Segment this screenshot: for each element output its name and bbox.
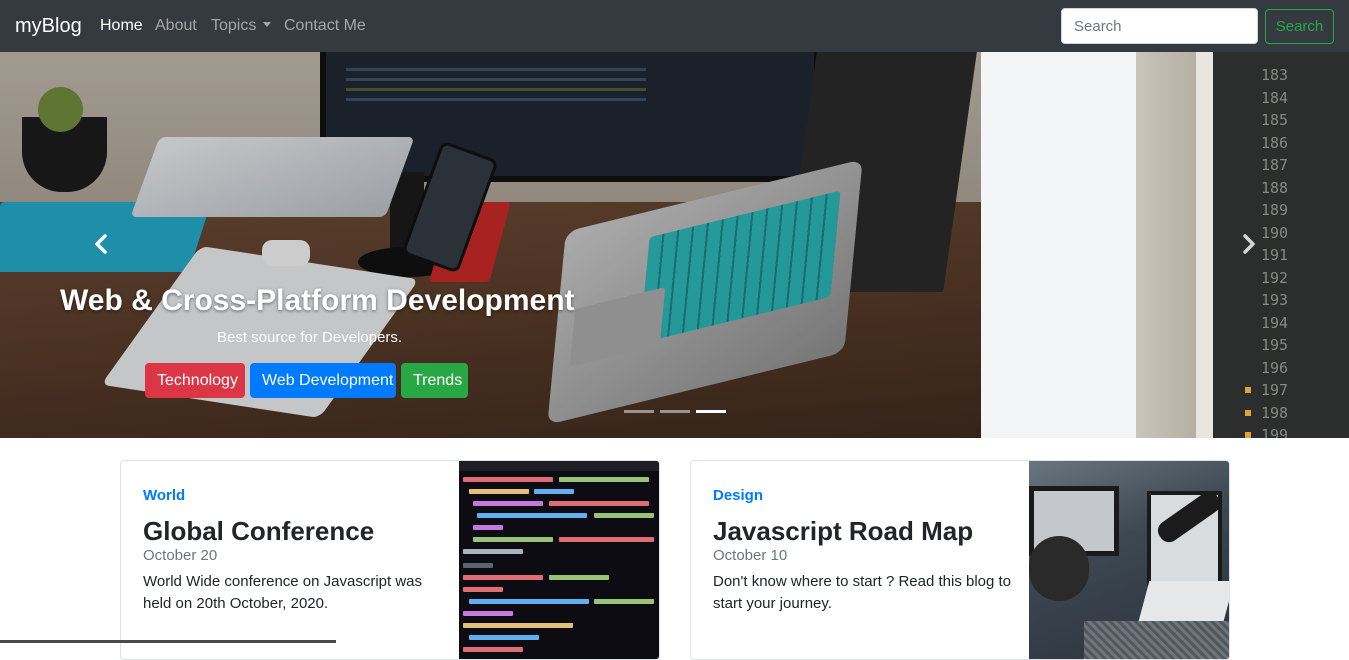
nav-topics-dropdown[interactable]: Topics — [211, 16, 272, 36]
carousel-next-slide-image: 183 184 185 186 187 188 189 190 191 192 193 194 195 1… — [981, 52, 1349, 438]
card-topic[interactable]: Design — [713, 487, 763, 505]
card-title[interactable]: Global Conference — [143, 515, 374, 547]
search-button[interactable]: Search — [1265, 9, 1334, 44]
code-line-number: 183 — [1261, 66, 1289, 84]
card-image-laptops — [1029, 461, 1229, 659]
nav-topics-label: Topics — [211, 17, 257, 34]
code-line-number: 199 — [1245, 424, 1288, 438]
nav-about[interactable]: About — [155, 16, 197, 36]
code-line-number: 194 — [1261, 313, 1289, 332]
code-line-number: 185 — [1261, 111, 1289, 129]
brand-logo[interactable]: myBlog — [15, 13, 82, 39]
carousel-prev-button[interactable] — [90, 232, 114, 256]
nav-home[interactable]: Home — [100, 16, 143, 36]
code-line-number: 191 — [1261, 246, 1289, 264]
tag-trends[interactable]: Trends — [401, 363, 468, 398]
card-text: Don't know where to start ? Read this bl… — [713, 573, 1012, 612]
blog-card-javascript-road-map[interactable]: Design Javascript Road Map October 10 Do… — [690, 460, 1230, 660]
blog-card-global-conference[interactable]: World Global Conference October 20 World… — [120, 460, 660, 660]
code-line-number: 197 — [1245, 379, 1288, 402]
carousel-indicator-3[interactable] — [696, 410, 726, 413]
code-line-number: 186 — [1261, 133, 1289, 152]
code-line-number: 193 — [1261, 291, 1289, 309]
code-line-number: 187 — [1261, 156, 1289, 174]
chevron-left-icon — [95, 234, 107, 254]
navbar: myBlog Home About Topics Contact Me Sear… — [0, 0, 1349, 52]
card-topic[interactable]: World — [143, 487, 185, 505]
carousel-indicator-1[interactable] — [624, 410, 654, 413]
code-line-number: 195 — [1261, 336, 1289, 354]
carousel-caption-title: Web & Cross-Platform Development — [60, 284, 575, 317]
search-input[interactable] — [1061, 8, 1258, 44]
nav-contact[interactable]: Contact Me — [284, 16, 366, 36]
carousel-next-button[interactable] — [1236, 232, 1260, 256]
code-line-number: 188 — [1261, 178, 1289, 197]
code-line-number: 184 — [1261, 88, 1289, 107]
carousel-indicator-2[interactable] — [660, 410, 690, 413]
code-line-number: 190 — [1261, 223, 1289, 242]
code-line-number: 189 — [1261, 201, 1289, 219]
code-line-numbers: 183 184 185 186 187 188 189 190 191 192 193 194 195 1… — [1245, 64, 1289, 438]
tag-web-development[interactable]: Web Development — [250, 363, 396, 398]
card-date: October 10 — [713, 547, 788, 564]
card-date: October 20 — [143, 547, 218, 564]
code-line-number: 198 — [1245, 402, 1288, 425]
code-line-number: 192 — [1261, 268, 1289, 287]
card-text: World Wide conference on Javascript was … — [143, 573, 423, 612]
tag-technology[interactable]: Technology — [145, 363, 245, 398]
code-line-number: 196 — [1261, 358, 1289, 377]
chevron-right-icon — [1243, 234, 1255, 254]
card-title[interactable]: Javascript Road Map — [713, 515, 973, 547]
carousel-caption-subtitle: Best source for Developers. — [217, 329, 403, 346]
carousel-indicators — [624, 410, 726, 413]
card-image-code — [459, 461, 659, 659]
chevron-down-icon — [263, 22, 272, 27]
hero-carousel: 183 184 185 186 187 188 189 190 191 192 193 194 195 1… — [0, 52, 1349, 438]
